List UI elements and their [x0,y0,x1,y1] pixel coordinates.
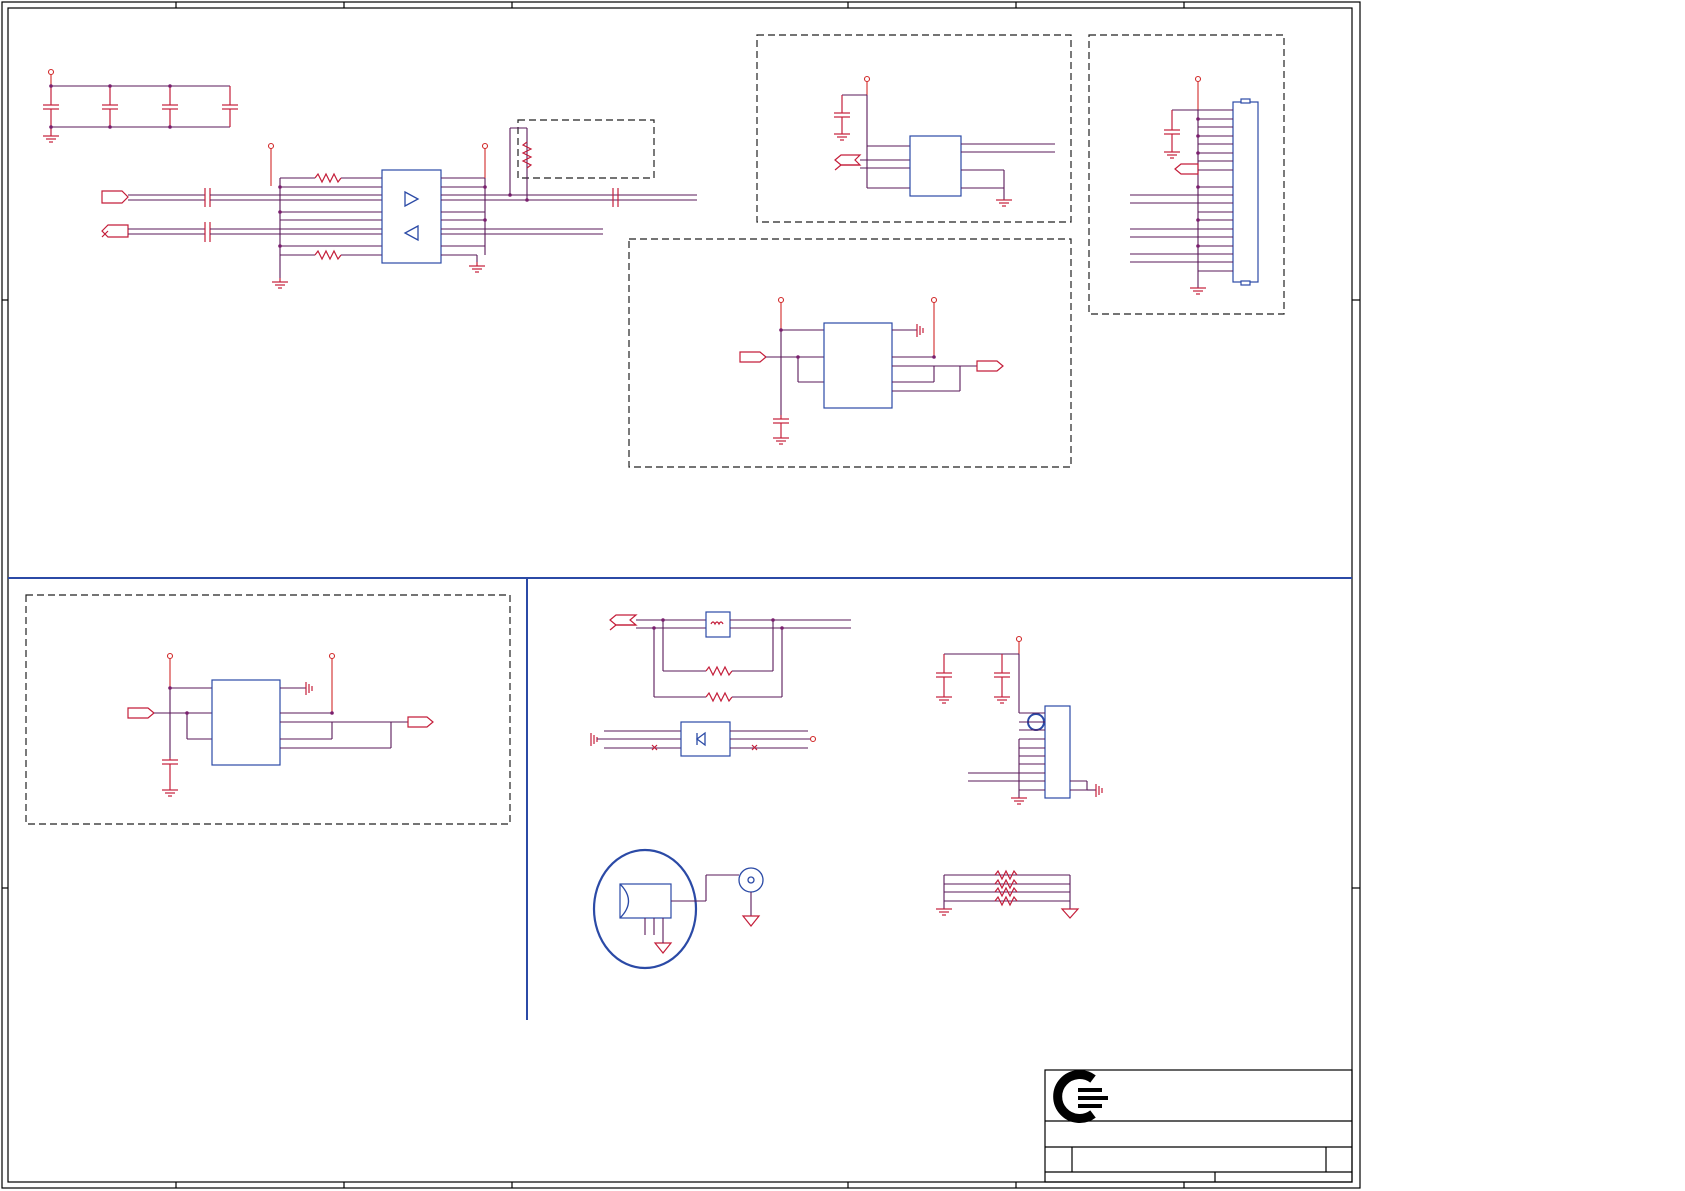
mounting-connector [619,883,672,919]
header-connector [1232,101,1259,283]
output-port-icon [976,360,1004,372]
chassis-ground-icon [1060,908,1080,919]
connector-section [1088,34,1285,315]
test-point-icon [738,867,764,893]
title-block [1044,1069,1353,1183]
bidir-port-icon [609,614,638,626]
input-port-icon [101,190,129,204]
input-port-icon [127,707,155,719]
buffer-ic [211,679,281,766]
power-connector-section [936,635,1103,805]
company-logo-icon [1053,1070,1108,1123]
chassis-ground-icon [741,915,761,927]
ground-icon [43,127,59,143]
decoupling-capacitor-bank [43,68,238,143]
coupling-capacitor [204,188,211,242]
resistor-network [936,869,1080,919]
port-icon [1174,163,1199,175]
transceiver-ic [381,169,442,264]
level-shifter-section [628,238,1072,468]
transceiver-block [101,119,697,289]
regulator-section [756,34,1072,223]
schematic-sheet [1,1,1361,1189]
bidir-port-icon [834,154,862,166]
output-port-icon [407,716,434,728]
inner-border [7,7,1353,1183]
buffer-ic [823,322,893,409]
bidir-port-icon [101,224,129,238]
header-connector [1044,705,1071,799]
common-mode-choke [705,611,731,638]
bottom-buffer-section [25,594,511,825]
protection-section [590,611,851,757]
regulator-ic [909,135,962,197]
input-port-icon [739,351,767,363]
chassis-ground-icon [653,942,673,954]
shield-ground-section [592,848,764,970]
pullup-option-box [517,119,655,179]
coupling-capacitor [612,188,619,207]
